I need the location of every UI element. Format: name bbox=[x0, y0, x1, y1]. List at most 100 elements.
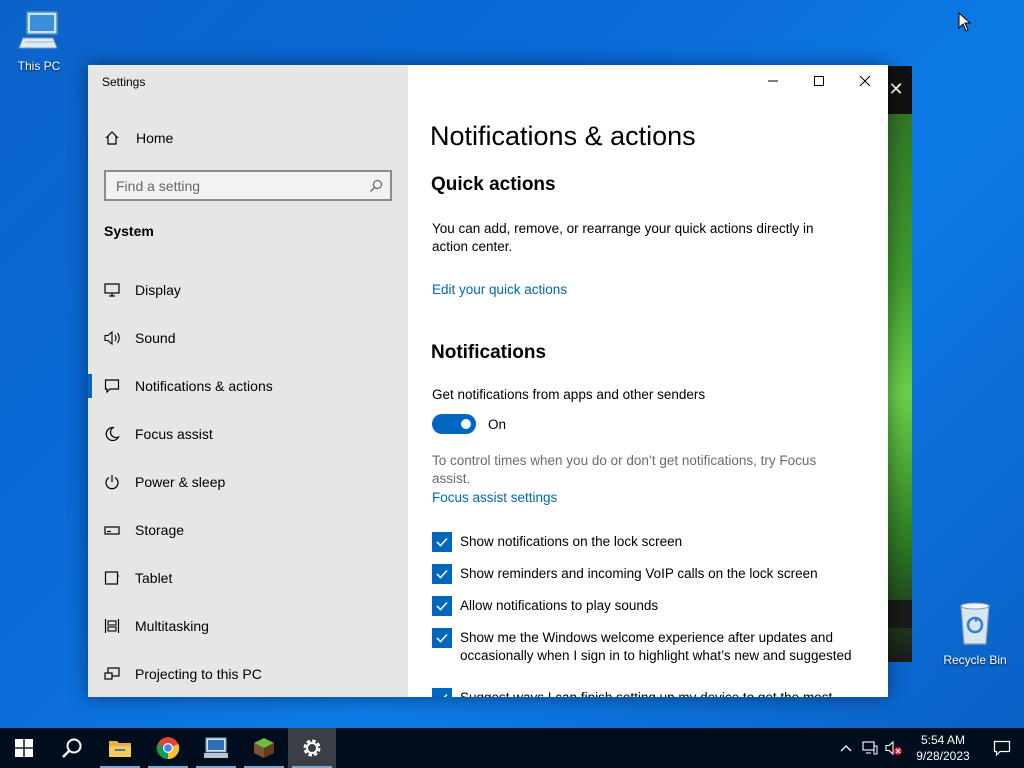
tray-overflow-button[interactable] bbox=[834, 728, 858, 768]
sidebar-item-storage[interactable]: Storage bbox=[88, 506, 408, 554]
checkbox-label: Suggest ways I can finish setting up my … bbox=[460, 688, 832, 697]
clock-date: 9/28/2023 bbox=[916, 749, 970, 763]
checkbox-label: Show reminders and incoming VoIP calls o… bbox=[460, 566, 818, 581]
recycle-bin-icon bbox=[960, 602, 990, 645]
display-icon bbox=[88, 282, 135, 298]
taskbar-minecraft[interactable] bbox=[240, 728, 288, 768]
close-button[interactable] bbox=[842, 65, 888, 97]
sidebar: Settings Home System Display bbox=[88, 65, 408, 697]
settings-gear-icon bbox=[303, 739, 321, 757]
checkbox-row-lock-screen[interactable]: Show notifications on the lock screen bbox=[432, 532, 862, 552]
desktop-icon-label: This PC bbox=[17, 59, 61, 73]
minimize-button[interactable] bbox=[750, 65, 796, 97]
checkbox-checked[interactable] bbox=[432, 688, 452, 697]
checkbox-row-play-sounds[interactable]: Allow notifications to play sounds bbox=[432, 596, 862, 616]
minecraft-icon bbox=[254, 738, 274, 758]
sidebar-item-power-sleep[interactable]: Power & sleep bbox=[88, 458, 408, 506]
sidebar-item-label: Power & sleep bbox=[135, 474, 226, 490]
network-icon bbox=[862, 741, 878, 755]
search-button[interactable] bbox=[48, 728, 96, 768]
multitasking-icon bbox=[88, 618, 135, 634]
checkmark-icon bbox=[443, 693, 448, 697]
windows-start-icon bbox=[15, 739, 33, 757]
section-label: System bbox=[104, 223, 154, 239]
remote-desktop-icon bbox=[204, 737, 228, 758]
sidebar-item-projecting[interactable]: Projecting to this PC bbox=[88, 650, 408, 697]
sidebar-item-label: Focus assist bbox=[135, 426, 213, 442]
speaker-icon bbox=[88, 330, 135, 346]
action-center-icon bbox=[993, 740, 1011, 756]
nav-list: Display Sound Notifications & actions Fo… bbox=[88, 266, 408, 697]
window-title: Settings bbox=[102, 75, 146, 89]
toggle-state-label: On bbox=[488, 417, 507, 432]
checkbox-checked[interactable] bbox=[432, 564, 452, 584]
settings-window: Settings Home System Display bbox=[88, 65, 888, 697]
sidebar-item-label: Multitasking bbox=[135, 618, 209, 634]
checkmark-icon bbox=[436, 537, 448, 547]
focus-assist-description: To control times when you do or don’t ge… bbox=[432, 453, 817, 486]
checkbox-checked[interactable] bbox=[432, 628, 452, 648]
storage-icon bbox=[88, 522, 135, 538]
quick-actions-description: You can add, remove, or rearrange your q… bbox=[432, 221, 814, 254]
computer-icon bbox=[18, 11, 58, 49]
network-button[interactable] bbox=[858, 728, 882, 768]
notification-icon bbox=[88, 378, 135, 394]
moon-icon bbox=[88, 426, 135, 442]
taskbar-remote-desktop[interactable] bbox=[192, 728, 240, 768]
volume-button[interactable] bbox=[882, 728, 906, 768]
sidebar-item-sound[interactable]: Sound bbox=[88, 314, 408, 362]
clock-time: 5:54 AM bbox=[920, 733, 966, 747]
sidebar-item-label: Tablet bbox=[135, 570, 173, 586]
search-icon bbox=[62, 738, 82, 758]
sidebar-item-multitasking[interactable]: Multitasking bbox=[88, 602, 408, 650]
quick-actions-heading: Quick actions bbox=[431, 174, 556, 195]
search-icon[interactable] bbox=[362, 179, 390, 193]
desktop-icon-recycle-bin[interactable]: Recycle Bin bbox=[940, 600, 1010, 667]
tablet-icon bbox=[88, 570, 135, 586]
taskbar-chrome[interactable] bbox=[144, 728, 192, 768]
action-center-button[interactable] bbox=[980, 728, 1024, 768]
taskbar-file-explorer[interactable] bbox=[96, 728, 144, 768]
page-title: Notifications & actions bbox=[430, 121, 696, 151]
desktop-icon-this-pc[interactable]: This PC bbox=[4, 8, 74, 73]
system-tray: 5:54 AM 9/28/2023 bbox=[834, 728, 1024, 768]
taskbar-settings[interactable] bbox=[288, 728, 336, 768]
focus-assist-settings-link[interactable]: Focus assist settings bbox=[432, 490, 557, 505]
search-input[interactable] bbox=[106, 172, 362, 199]
start-button[interactable] bbox=[0, 728, 48, 768]
checkbox-row-welcome-experience[interactable]: Show me the Windows welcome experience a… bbox=[432, 628, 862, 665]
volume-muted-icon bbox=[885, 740, 902, 756]
sidebar-item-label: Notifications & actions bbox=[135, 378, 273, 394]
notifications-toggle[interactable] bbox=[432, 414, 476, 434]
checkbox-label: Allow notifications to play sounds bbox=[460, 598, 659, 613]
checkbox-row-suggest-setup[interactable]: Suggest ways I can finish setting up my … bbox=[432, 688, 862, 697]
checkbox-row-reminders-voip[interactable]: Show reminders and incoming VoIP calls o… bbox=[432, 564, 862, 584]
home-icon bbox=[88, 130, 136, 146]
sidebar-item-focus-assist[interactable]: Focus assist bbox=[88, 410, 408, 458]
sidebar-item-label: Projecting to this PC bbox=[135, 666, 262, 682]
power-icon bbox=[88, 474, 135, 490]
mouse-cursor-icon bbox=[958, 12, 972, 32]
maximize-icon bbox=[814, 76, 824, 86]
nav-home[interactable]: Home bbox=[88, 123, 408, 153]
notifications-heading: Notifications bbox=[431, 342, 547, 363]
content-pane: Notifications & actions Quick actions Yo… bbox=[408, 65, 888, 697]
edit-quick-actions-link[interactable]: Edit your quick actions bbox=[432, 282, 567, 297]
toggle-knob bbox=[461, 419, 471, 429]
clock[interactable]: 5:54 AM 9/28/2023 bbox=[906, 732, 980, 764]
checkbox-label: Show notifications on the lock screen bbox=[460, 534, 683, 549]
sidebar-item-display[interactable]: Display bbox=[88, 266, 408, 314]
checkmark-icon bbox=[436, 633, 448, 643]
get-notifications-label: Get notifications from apps and other se… bbox=[432, 387, 706, 402]
search-box[interactable] bbox=[104, 170, 392, 201]
sidebar-item-label: Display bbox=[135, 282, 181, 298]
desktop-icon-label: Recycle Bin bbox=[943, 653, 1007, 667]
sidebar-item-notifications-actions[interactable]: Notifications & actions bbox=[88, 362, 408, 410]
minimize-icon bbox=[768, 80, 778, 82]
checkbox-checked[interactable] bbox=[432, 596, 452, 616]
checkbox-label: Show me the Windows welcome experience a… bbox=[460, 630, 852, 663]
checkbox-checked[interactable] bbox=[432, 532, 452, 552]
sidebar-item-tablet[interactable]: Tablet bbox=[88, 554, 408, 602]
maximize-button[interactable] bbox=[796, 65, 842, 97]
taskbar: 5:54 AM 9/28/2023 bbox=[0, 728, 1024, 768]
